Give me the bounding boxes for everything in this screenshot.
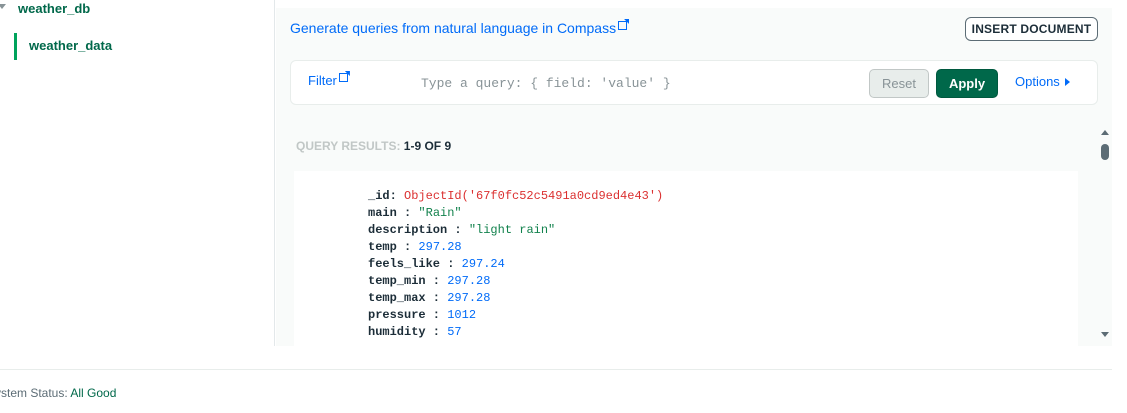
document-field-row[interactable]: description : "light rain" xyxy=(368,222,663,239)
insert-document-button[interactable]: INSERT DOCUMENT xyxy=(965,17,1098,41)
options-button[interactable]: Options xyxy=(1015,74,1070,89)
system-status-label: ystem Status: xyxy=(0,386,71,400)
system-status-value: All Good xyxy=(70,386,117,400)
options-label[interactable]: Options xyxy=(1015,74,1060,89)
field-value: 297.28 xyxy=(447,291,491,305)
field-separator: : xyxy=(425,291,448,305)
field-value: 297.28 xyxy=(418,240,462,254)
field-separator: : xyxy=(389,189,405,203)
field-separator: : xyxy=(425,325,448,339)
field-separator: : xyxy=(425,274,448,288)
field-separator: : xyxy=(447,223,469,237)
field-key: pressure xyxy=(368,308,426,322)
document-field-row[interactable]: temp_max : 297.28 xyxy=(368,290,663,307)
generate-queries-label[interactable]: Generate queries from natural language i… xyxy=(290,20,616,36)
status-bar: ystem Status: All Good xyxy=(0,369,1112,413)
scroll-up-icon[interactable] xyxy=(1101,130,1109,135)
top-strip xyxy=(276,0,1112,8)
field-key: temp_max xyxy=(368,291,426,305)
field-key: feels_like xyxy=(368,257,441,271)
field-key: description xyxy=(368,223,448,237)
field-value: ObjectId('67f0fc52c5491a0cd9ed4e43') xyxy=(404,189,664,203)
field-key: _id xyxy=(368,189,390,203)
scroll-down-icon[interactable] xyxy=(1101,332,1109,337)
sidebar-item-weather-data[interactable]: weather_data xyxy=(14,33,254,60)
database-name[interactable]: weather_db xyxy=(18,1,90,16)
external-link-icon xyxy=(618,21,628,30)
field-key: main xyxy=(368,206,397,220)
query-results-label: QUERY RESULTS: 1-9 OF 9 xyxy=(296,139,451,153)
field-value: "light rain" xyxy=(468,223,556,237)
document-field-row[interactable]: temp_min : 297.28 xyxy=(368,273,663,290)
field-key: humidity xyxy=(368,325,426,339)
document-field-row[interactable]: humidity : 57 xyxy=(368,324,663,341)
results-count: 1-9 OF 9 xyxy=(403,139,452,153)
document-field-row[interactable]: feels_like : 297.24 xyxy=(368,256,663,273)
results-label-text: QUERY RESULTS: xyxy=(296,139,404,153)
field-value: 1012 xyxy=(447,308,477,322)
collection-name[interactable]: weather_data xyxy=(29,38,112,53)
field-separator: : xyxy=(425,308,448,322)
document-field-row[interactable]: temp : 297.28 xyxy=(368,239,663,256)
field-separator: : xyxy=(440,257,462,271)
caret-right-icon xyxy=(1064,77,1070,86)
field-value: 297.28 xyxy=(447,274,491,288)
field-key: temp xyxy=(368,240,397,254)
query-input[interactable] xyxy=(421,73,861,93)
filter-link[interactable]: Filter xyxy=(308,73,348,88)
scrollbar-thumb[interactable] xyxy=(1101,144,1109,160)
generate-queries-link[interactable]: Generate queries from natural language i… xyxy=(290,20,628,36)
document-fields: _id: ObjectId('67f0fc52c5491a0cd9ed4e43'… xyxy=(368,188,663,341)
query-bar: Filter Reset Apply Options xyxy=(290,60,1098,105)
document-field-row[interactable]: main : "Rain" xyxy=(368,205,663,222)
caret-down-icon[interactable] xyxy=(0,4,6,9)
field-key: temp_min xyxy=(368,274,426,288)
sidebar: weather_db weather_data xyxy=(0,0,275,346)
filter-label[interactable]: Filter xyxy=(308,73,337,88)
field-separator: : xyxy=(396,206,419,220)
documents-panel: Generate queries from natural language i… xyxy=(276,0,1112,346)
system-status: ystem Status: All Good xyxy=(0,386,116,400)
document-card[interactable]: _id: ObjectId('67f0fc52c5491a0cd9ed4e43'… xyxy=(294,171,1078,346)
field-value: "Rain" xyxy=(418,206,462,220)
external-link-icon xyxy=(338,73,348,82)
field-value: 297.24 xyxy=(461,257,505,271)
apply-button[interactable]: Apply xyxy=(936,69,998,98)
document-field-row[interactable]: pressure : 1012 xyxy=(368,307,663,324)
document-field-row[interactable]: _id: ObjectId('67f0fc52c5491a0cd9ed4e43'… xyxy=(368,188,663,205)
reset-button[interactable]: Reset xyxy=(869,69,929,98)
field-separator: : xyxy=(396,240,419,254)
field-value: 57 xyxy=(447,325,462,339)
